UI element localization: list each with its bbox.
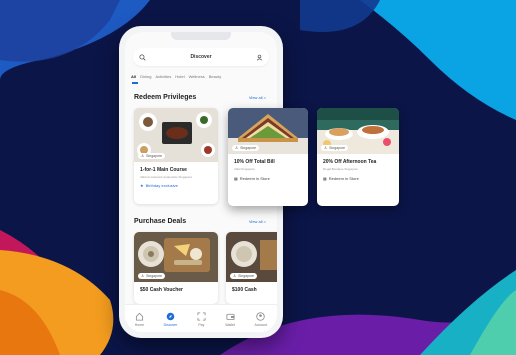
store-icon: ▦	[323, 176, 327, 181]
food-image: ♙ Singapore	[134, 232, 218, 282]
redeem-heading: Redeem Privileges	[134, 94, 197, 101]
user-icon	[256, 312, 266, 321]
tab-all[interactable]: All	[131, 74, 136, 79]
redeem-tag-label: Redeem in Store	[328, 176, 359, 181]
redeem-tag: ▦ Redeem in Store	[228, 171, 308, 181]
tab-hotel[interactable]: Hotel	[175, 74, 184, 79]
nav-account-label: Account	[254, 323, 268, 327]
deal-title: 10% Off Total Bill	[234, 159, 275, 165]
deal-card[interactable]: ♙ Singapore $50 Cash Voucher	[134, 232, 218, 304]
tab-activities[interactable]: Activities	[155, 74, 171, 79]
user-icon: ♙	[324, 146, 328, 150]
floating-deal-card[interactable]: ♙ Singapore 10% Off Total Bill Valid Sin…	[228, 108, 308, 206]
location-label: Singapore	[146, 274, 163, 278]
location-label: Singapore	[240, 146, 257, 150]
deal-title: $100 Cash	[232, 287, 257, 293]
user-icon: ♙	[233, 274, 237, 278]
food-image: ♙ Singapore	[228, 108, 308, 154]
food-image: ♙ Singapore	[134, 108, 218, 162]
location-badge: ♙ Singapore	[321, 145, 349, 151]
compass-icon	[166, 312, 175, 321]
deals-section-header: Purchase Deals View all >	[134, 218, 266, 225]
deal-tag-label: Birthday exclusive	[145, 183, 178, 188]
deal-title: $50 Cash Voucher	[140, 287, 183, 293]
deal-title: 20% Off Afternoon Tea	[323, 159, 377, 165]
tab-wellness[interactable]: Wellness	[189, 74, 205, 79]
food-image: ♙ Singapore	[317, 108, 399, 154]
wallet-icon	[226, 313, 235, 321]
bottom-navigation: Home Discover Pay Wallet Account	[125, 304, 277, 332]
nav-account[interactable]: Account	[254, 312, 268, 327]
location-label: Singapore	[238, 274, 255, 278]
deal-tag: ★ Birthday exclusive	[134, 179, 218, 188]
deals-view-all-link[interactable]: View all >	[249, 219, 266, 224]
scan-icon	[197, 312, 206, 321]
location-badge: ♙ Singapore	[138, 153, 166, 159]
location-badge: ♙ Singapore	[138, 273, 166, 279]
nav-discover-label: Discover	[163, 323, 178, 327]
deals-heading: Purchase Deals	[134, 218, 187, 225]
redeem-tag: ▦ Redeem in Store	[317, 171, 399, 181]
deal-title: 1-for-1 Main Course	[140, 167, 187, 173]
nav-wallet-label: Wallet	[225, 323, 235, 327]
food-image: ♙ Singapore	[226, 232, 277, 282]
redeem-card[interactable]: ♙ Singapore 1-for-1 Main Course Valid at…	[134, 108, 218, 204]
tab-beauty[interactable]: Beauty	[209, 74, 221, 79]
header-bar: Discover	[133, 48, 269, 66]
phone-notch	[171, 32, 231, 40]
category-tabs: All Dining Activities Hotel Wellness Bea…	[131, 74, 273, 79]
nav-wallet[interactable]: Wallet	[225, 312, 235, 327]
gift-icon: ★	[140, 183, 144, 188]
user-icon: ♙	[141, 154, 145, 158]
user-icon: ♙	[235, 146, 239, 150]
page-title: Discover	[190, 54, 212, 60]
nav-pay[interactable]: Pay	[197, 312, 206, 327]
location-badge: ♙ Singapore	[230, 273, 258, 279]
location-label: Singapore	[146, 154, 163, 158]
user-icon: ♙	[141, 274, 145, 278]
tab-dining[interactable]: Dining	[140, 74, 151, 79]
search-icon[interactable]	[139, 53, 146, 61]
promo-stage: Discover All Dining Activities Hotel Wel…	[0, 0, 516, 355]
home-icon	[135, 312, 143, 321]
nav-discover[interactable]: Discover	[163, 312, 178, 327]
profile-icon[interactable]	[256, 54, 263, 61]
nav-home[interactable]: Home	[135, 312, 144, 327]
redeem-view-all-link[interactable]: View all >	[249, 95, 266, 100]
location-badge: ♙ Singapore	[232, 145, 260, 151]
nav-pay-label: Pay	[198, 323, 205, 327]
active-tab-indicator	[132, 82, 138, 84]
floating-deal-card[interactable]: ♙ Singapore 20% Off Afternoon Tea Regal …	[317, 108, 399, 206]
store-icon: ▦	[234, 176, 238, 181]
redeem-section-header: Redeem Privileges View all >	[134, 94, 266, 101]
location-label: Singapore	[329, 146, 346, 150]
redeem-tag-label: Redeem in Store	[239, 176, 270, 181]
nav-home-label: Home	[134, 323, 145, 327]
deal-card[interactable]: ♙ Singapore $100 Cash	[226, 232, 277, 304]
